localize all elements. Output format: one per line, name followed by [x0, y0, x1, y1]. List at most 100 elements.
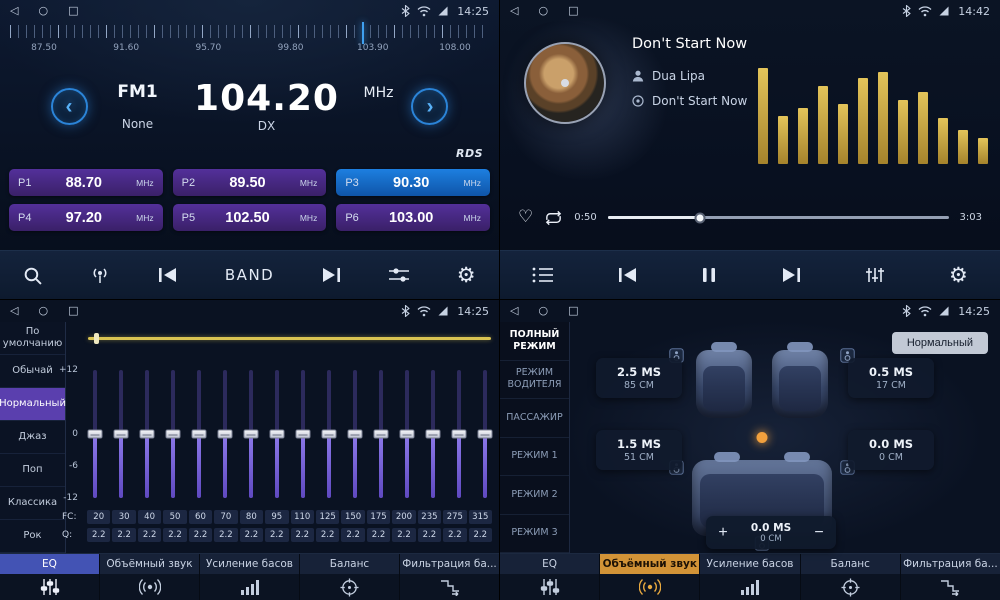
home-nav-icon[interactable]: ○: [538, 0, 548, 22]
slider-knob[interactable]: [243, 430, 258, 439]
eq-band-slider[interactable]: [398, 370, 415, 498]
seek-bar[interactable]: [608, 216, 949, 219]
recents-nav-icon[interactable]: □: [568, 300, 578, 322]
seek-down-button[interactable]: ‹: [51, 88, 88, 125]
eq-band-slider[interactable]: [372, 370, 389, 498]
eq-band-slider[interactable]: [346, 370, 363, 498]
listening-mode-item[interactable]: РЕЖИМ 3: [500, 515, 569, 554]
audio-tab-4[interactable]: Баланс: [300, 554, 400, 600]
eq-band-slider[interactable]: [320, 370, 337, 498]
eq-preset-item[interactable]: Джаз: [0, 421, 65, 454]
repeat-icon[interactable]: [544, 210, 563, 226]
frequency-scale[interactable]: 87.50 91.60 95.70 99.80 103.90 108.00: [10, 25, 489, 63]
tuner-settings-icon[interactable]: [388, 267, 410, 283]
recents-nav-icon[interactable]: □: [68, 300, 78, 322]
front-left-delay[interactable]: 2.5 MS 85 CM: [596, 358, 682, 398]
gear-icon[interactable]: ⚙: [949, 265, 968, 286]
radio-preset-p2[interactable]: P289.50MHz: [173, 169, 327, 196]
slider-knob[interactable]: [451, 430, 466, 439]
master-level-slider[interactable]: [88, 337, 491, 340]
back-nav-icon[interactable]: ◁: [510, 300, 518, 322]
slider-knob[interactable]: [87, 430, 102, 439]
radio-preset-p6[interactable]: P6103.00MHz: [336, 204, 490, 231]
eq-preset-item[interactable]: Нормальный: [0, 388, 65, 421]
eq-band-slider[interactable]: [450, 370, 467, 498]
listening-position-dot[interactable]: [757, 432, 768, 443]
home-nav-icon[interactable]: ○: [38, 300, 48, 322]
slider-knob[interactable]: [139, 430, 154, 439]
radio-preset-p5[interactable]: P5102.50MHz: [173, 204, 327, 231]
eq-preset-item[interactable]: Классика: [0, 487, 65, 520]
eq-preset-item[interactable]: По умолчанию: [0, 322, 65, 355]
slider-knob[interactable]: [165, 430, 180, 439]
previous-track-icon[interactable]: [618, 267, 638, 283]
audio-tab-1[interactable]: EQ: [0, 554, 100, 600]
driver-seat[interactable]: [696, 350, 752, 418]
album-art[interactable]: [524, 42, 606, 124]
audio-tab-2[interactable]: Объёмный звук: [100, 554, 200, 600]
back-nav-icon[interactable]: ◁: [10, 300, 18, 322]
playlist-icon[interactable]: [532, 267, 554, 283]
home-nav-icon[interactable]: ○: [38, 0, 48, 22]
slider-knob[interactable]: [399, 430, 414, 439]
recents-nav-icon[interactable]: □: [68, 0, 78, 22]
front-right-delay[interactable]: 0.5 MS 17 CM: [848, 358, 934, 398]
listening-mode-item[interactable]: РЕЖИМ 2: [500, 476, 569, 515]
listening-mode-item[interactable]: ПАССАЖИР: [500, 399, 569, 438]
slider-knob[interactable]: [113, 430, 128, 439]
passenger-seat[interactable]: [772, 350, 828, 418]
next-station-icon[interactable]: [321, 267, 341, 283]
radio-preset-p4[interactable]: P497.20MHz: [9, 204, 163, 231]
slider-knob[interactable]: [425, 430, 440, 439]
master-level-knob[interactable]: [94, 333, 99, 344]
audio-tab-5[interactable]: Фильтрация ба...: [400, 554, 499, 600]
radio-preset-p1[interactable]: P188.70MHz: [9, 169, 163, 196]
next-track-icon[interactable]: [781, 267, 801, 283]
home-nav-icon[interactable]: ○: [538, 300, 548, 322]
pause-icon[interactable]: [702, 267, 716, 283]
rear-left-delay[interactable]: 1.5 MS 51 CM: [596, 430, 682, 470]
listening-mode-item[interactable]: ПОЛНЫЙ РЕЖИМ: [500, 322, 569, 361]
eq-band-slider[interactable]: [86, 370, 103, 498]
rear-right-delay[interactable]: 0.0 MS 0 CM: [848, 430, 934, 470]
eq-band-slider[interactable]: [476, 370, 493, 498]
eq-band-slider[interactable]: [112, 370, 129, 498]
eq-band-slider[interactable]: [242, 370, 259, 498]
gear-icon[interactable]: ⚙: [457, 265, 476, 286]
eq-band-slider[interactable]: [190, 370, 207, 498]
eq-band-slider[interactable]: [138, 370, 155, 498]
increase-delay-button[interactable]: +: [706, 524, 740, 542]
seek-knob[interactable]: [694, 212, 705, 223]
eq-preset-item[interactable]: Поп: [0, 454, 65, 487]
equalizer-icon[interactable]: [865, 267, 885, 283]
previous-station-icon[interactable]: [158, 267, 178, 283]
audio-tab-3[interactable]: Усиление басов: [200, 554, 300, 600]
slider-knob[interactable]: [295, 430, 310, 439]
listening-mode-item[interactable]: РЕЖИМ ВОДИТЕЛЯ: [500, 361, 569, 400]
listening-mode-item[interactable]: РЕЖИМ 1: [500, 438, 569, 477]
eq-preset-item[interactable]: Обычай: [0, 355, 65, 388]
slider-knob[interactable]: [347, 430, 362, 439]
sound-profile-button[interactable]: Нормальный: [892, 332, 988, 354]
back-nav-icon[interactable]: ◁: [510, 0, 518, 22]
eq-band-slider[interactable]: [268, 370, 285, 498]
band-button[interactable]: BAND: [225, 266, 274, 284]
radio-preset-p3[interactable]: P390.30MHz: [336, 169, 490, 196]
recents-nav-icon[interactable]: □: [568, 0, 578, 22]
seek-up-button[interactable]: ›: [411, 88, 448, 125]
eq-band-slider[interactable]: [294, 370, 311, 498]
slider-knob[interactable]: [191, 430, 206, 439]
decrease-delay-button[interactable]: −: [802, 524, 836, 542]
eq-band-slider[interactable]: [424, 370, 441, 498]
back-nav-icon[interactable]: ◁: [10, 0, 18, 22]
favorite-icon[interactable]: ♡: [518, 209, 533, 226]
slider-knob[interactable]: [373, 430, 388, 439]
eq-band-slider[interactable]: [216, 370, 233, 498]
broadcast-icon[interactable]: [89, 266, 111, 284]
search-icon[interactable]: [23, 266, 42, 285]
slider-knob[interactable]: [269, 430, 284, 439]
slider-knob[interactable]: [477, 430, 492, 439]
audio-tab-1[interactable]: EQ: [500, 554, 600, 600]
audio-tab-4[interactable]: Баланс: [801, 554, 901, 600]
slider-knob[interactable]: [217, 430, 232, 439]
